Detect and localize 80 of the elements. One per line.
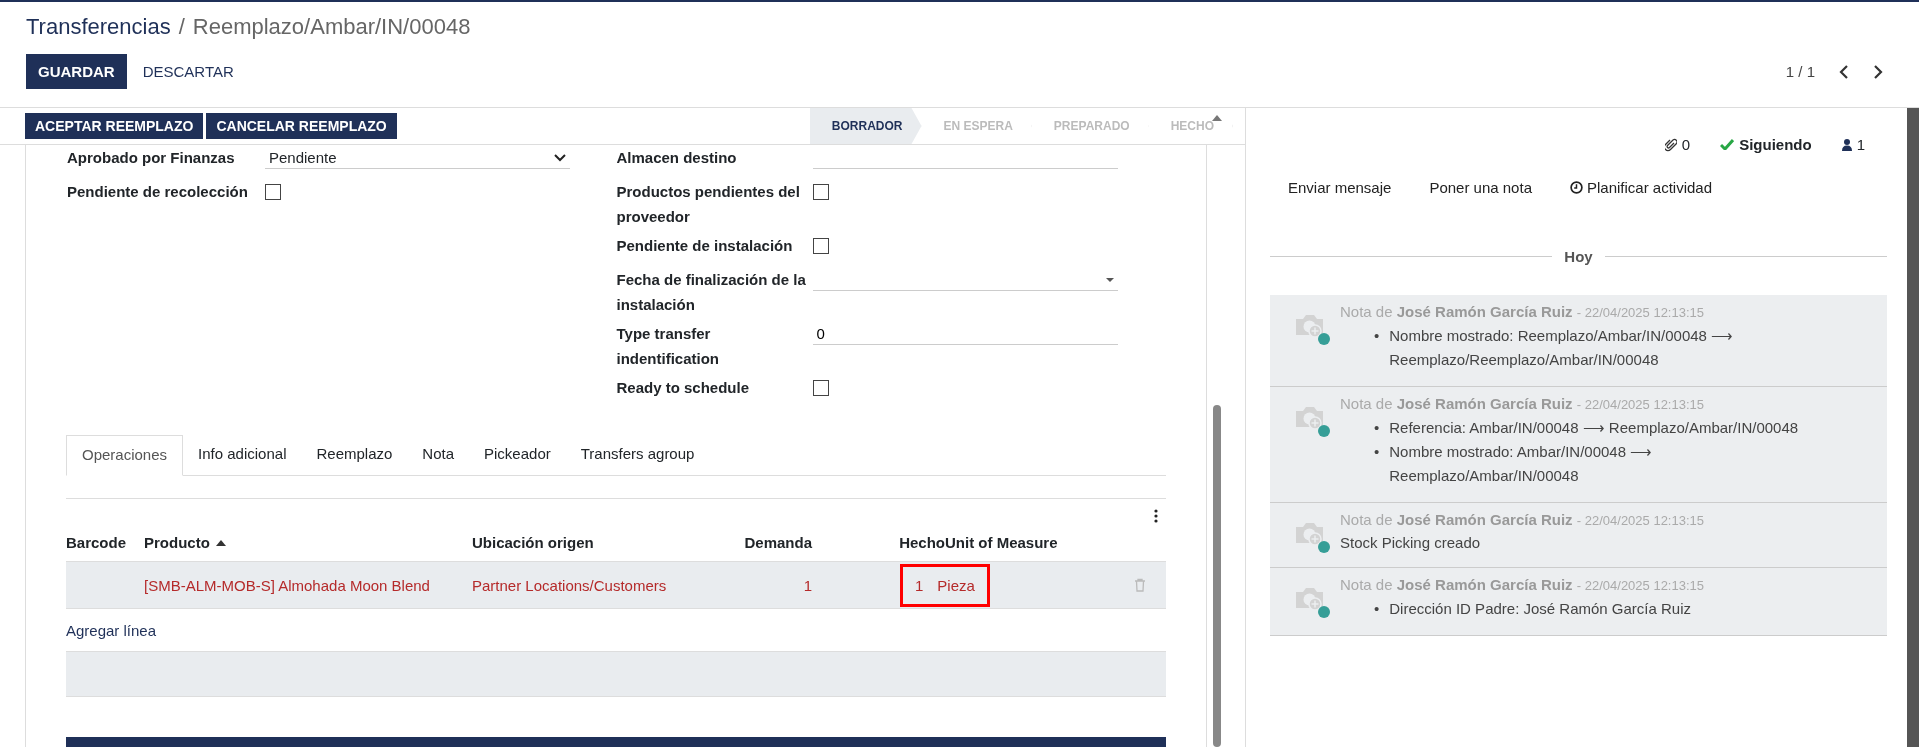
message-date: - 22/04/2025 12:13:15 — [1576, 578, 1705, 593]
online-status-dot — [1318, 606, 1330, 618]
next-icon[interactable] — [1873, 64, 1883, 79]
message-author: Nota de José Ramón García Ruiz — [1340, 303, 1573, 320]
field-label: Pendiente de instalación — [616, 236, 794, 256]
field-label: Ready to schedule — [616, 378, 751, 398]
message-date: - 22/04/2025 12:13:15 — [1576, 397, 1705, 412]
message-author: Nota de José Ramón García Ruiz — [1340, 511, 1573, 528]
status-stage[interactable]: BORRADOR — [809, 108, 922, 144]
breadcrumb-link[interactable]: Transferencias — [26, 14, 171, 40]
message-author: Nota de José Ramón García Ruiz — [1340, 576, 1573, 593]
message-author: Nota de José Ramón García Ruiz — [1340, 395, 1573, 412]
record-title: Reemplazo/Ambar/IN/00048 — [192, 14, 471, 40]
column-header[interactable]: Producto — [144, 534, 210, 551]
column-header[interactable]: Demanda — [744, 534, 812, 551]
table-cell: Partner Locations/Customers — [472, 576, 667, 594]
checkbox[interactable] — [812, 184, 829, 200]
column-header[interactable]: Hecho — [899, 534, 945, 551]
user-icon — [1841, 138, 1852, 151]
date-separator: Hoy — [1564, 248, 1593, 265]
column-header[interactable]: Unit of Measure — [945, 534, 1058, 551]
bullet: • — [1374, 418, 1380, 438]
change-item: Referencia: Ambar/IN/00048 ⟶ Reemplazo/Ambar/IN/00048 — [1389, 418, 1800, 438]
online-status-dot — [1318, 333, 1330, 345]
column-header[interactable]: Ubicación origen — [472, 534, 594, 551]
add-line-link[interactable]: Agregar línea — [66, 621, 157, 639]
message-date: - 22/04/2025 12:13:15 — [1576, 513, 1705, 528]
table-cell: 1 — [803, 576, 812, 594]
table-cell: [SMB-ALM-MOB-S] Almohada Moon Blend — [144, 576, 430, 594]
breadcrumb-separator: / — [178, 14, 185, 40]
header-button[interactable]: CANCELAR REEMPLAZO — [206, 113, 397, 139]
field-label: Fecha de finalización de la instalación — [616, 270, 807, 315]
field-label: Type transfer indentification — [616, 324, 720, 369]
online-status-dot — [1318, 541, 1330, 553]
change-item: Nombre mostrado: Ambar/IN/00048 ⟶ Reemplazo/Ambar/IN/00048 — [1389, 442, 1654, 486]
checkbox[interactable] — [812, 380, 829, 396]
header-button[interactable]: ACEPTAR REEMPLAZO — [25, 113, 204, 139]
tab[interactable]: Transfers agroup — [565, 435, 710, 475]
attachments-count[interactable]: 0 — [1664, 136, 1691, 153]
message-text: Stock Picking creado — [1340, 534, 1482, 551]
bullet: • — [1374, 599, 1380, 619]
following-button[interactable]: Siguiendo — [1720, 136, 1812, 153]
field-label: Pendiente de recolección — [67, 182, 249, 202]
previous-icon[interactable] — [1839, 64, 1849, 79]
column-header[interactable]: Barcode — [66, 534, 127, 551]
caret-icon — [1105, 277, 1114, 282]
pager-counter: 1 / 1 — [1785, 63, 1815, 80]
save-button[interactable]: GUARDAR — [26, 54, 127, 89]
tab[interactable]: Info adicional — [183, 435, 302, 475]
field-label: Almacen destino — [616, 148, 738, 168]
schedule-activity-button[interactable]: Planificar actividad — [1558, 175, 1725, 200]
change-item: Dirección ID Padre: José Ramón García Ruiz — [1389, 599, 1693, 619]
change-item: Nombre mostrado: Reemplazo/Ambar/IN/00048 ⟶ Reemplazo/Reemplazo/Ambar/IN/00048 — [1389, 326, 1735, 370]
discard-button[interactable]: DESCARTAR — [130, 54, 246, 89]
check-icon — [1720, 139, 1735, 150]
chatter-button[interactable]: Enviar mensaje — [1276, 175, 1404, 200]
table-cell: Pieza — [937, 576, 975, 594]
bullet: • — [1374, 326, 1380, 346]
tab[interactable]: Nota — [407, 435, 470, 475]
field-label: Aprobado por Finanzas — [67, 148, 236, 168]
field-label: Productos pendientes del proveedor — [616, 182, 801, 227]
table-cell: 1 — [915, 576, 924, 594]
checkbox[interactable] — [265, 184, 281, 200]
online-status-dot — [1318, 425, 1330, 437]
bullet: • — [1374, 442, 1380, 462]
message-date: - 22/04/2025 12:13:15 — [1576, 305, 1705, 320]
tab[interactable]: Pickeador — [469, 435, 566, 475]
clock-icon — [1570, 181, 1583, 194]
tab[interactable]: Operaciones — [66, 435, 184, 476]
chatter-button[interactable]: Poner una nota — [1417, 175, 1544, 200]
paperclip-icon — [1664, 137, 1677, 152]
scrollbar[interactable] — [1907, 108, 1919, 747]
chevron-down-icon — [554, 153, 566, 162]
followers-count[interactable]: 1 — [1841, 136, 1865, 153]
tab[interactable]: Reemplazo — [301, 435, 408, 475]
scroll-up-icon[interactable] — [1212, 115, 1222, 121]
table-row[interactable]: [SMB-ALM-MOB-S] Almohada Moon Blend Partner Locations/Customers 1 1 Pieza — [66, 561, 1166, 609]
checkbox[interactable] — [812, 238, 829, 254]
select-field[interactable]: Pendiente — [265, 147, 570, 169]
more-options-icon[interactable] — [1154, 509, 1158, 523]
